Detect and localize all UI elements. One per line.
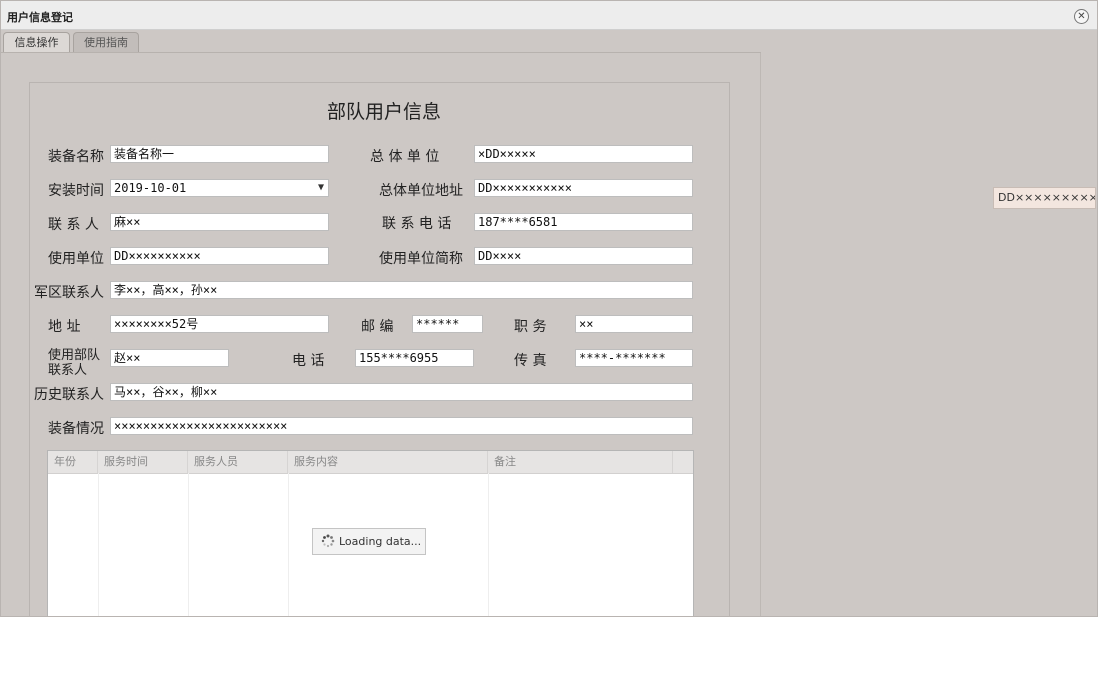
install-time-value: 2019-10-01 — [114, 181, 187, 195]
column-divider — [488, 473, 489, 616]
position-label: 职 务 — [514, 319, 547, 335]
equipment-status-field[interactable]: ×××××××××××××××××××××××× — [110, 417, 693, 435]
loading-indicator: Loading data... — [312, 528, 426, 555]
column-year[interactable]: 年份 — [48, 451, 98, 473]
close-icon[interactable]: ✕ — [1074, 9, 1089, 24]
tab-divider — [1, 52, 761, 53]
column-divider — [188, 473, 189, 616]
chevron-down-icon[interactable]: ▼ — [318, 180, 324, 196]
loading-text: Loading data... — [339, 535, 422, 548]
overall-unit-field[interactable]: ×DD××××× — [474, 145, 693, 163]
panel-border — [760, 53, 761, 616]
form-title: 部队用户信息 — [326, 101, 441, 123]
equipment-status-label: 装备情况 — [48, 421, 104, 437]
tab-info-operation[interactable]: 信息操作 — [3, 32, 70, 52]
position-field[interactable]: ×× — [575, 315, 693, 333]
install-time-dropdown[interactable]: 2019-10-01 ▼ — [110, 179, 329, 197]
overall-unit-address-label: 总体单位地址 — [379, 183, 463, 199]
address-label: 地 址 — [48, 319, 81, 335]
unit-contact-field[interactable]: 赵×× — [110, 349, 229, 367]
phone-label: 电 话 — [292, 353, 325, 369]
contact-label: 联 系 人 — [48, 217, 99, 233]
title-bar: 用户信息登记 ✕ — [1, 1, 1097, 30]
overall-unit-label: 总 体 单 位 — [370, 149, 440, 165]
tooltip: DD×××××××××× — [993, 187, 1096, 209]
equipment-name-field[interactable]: 装备名称一 — [110, 145, 329, 163]
contact-phone-label: 联 系 电 话 — [382, 216, 452, 232]
column-divider — [98, 473, 99, 616]
phone-field[interactable]: 155****6955 — [355, 349, 474, 367]
equipment-name-label: 装备名称 — [48, 149, 104, 165]
postcode-field[interactable]: ****** — [412, 315, 483, 333]
tab-bar: 信息操作 使用指南 — [1, 31, 761, 53]
using-unit-short-field[interactable]: DD×××× — [474, 247, 693, 265]
using-unit-label: 使用单位 — [48, 251, 104, 267]
military-contacts-label: 军区联系人 — [34, 285, 104, 301]
postcode-label: 邮 编 — [361, 319, 394, 335]
column-service-time[interactable]: 服务时间 — [98, 451, 188, 473]
column-remarks[interactable]: 备注 — [488, 451, 673, 473]
military-contacts-field[interactable]: 李××，高××，孙×× — [110, 281, 693, 299]
fax-label: 传 真 — [514, 353, 547, 369]
install-time-label: 安装时间 — [48, 183, 104, 199]
using-unit-field[interactable]: DD×××××××××× — [110, 247, 329, 265]
using-unit-short-label: 使用单位简称 — [379, 251, 463, 267]
user-info-window: 用户信息登记 ✕ 信息操作 使用指南 部队用户信息 装备名称 装备名称一 总 体… — [0, 0, 1098, 617]
tab-user-guide[interactable]: 使用指南 — [73, 32, 139, 52]
history-contacts-field[interactable]: 马××，谷××，柳×× — [110, 383, 693, 401]
address-field[interactable]: ××××××××52号 — [110, 315, 329, 333]
column-service-content[interactable]: 服务内容 — [288, 451, 488, 473]
spinner-icon — [321, 534, 335, 548]
fax-field[interactable]: ****-******* — [575, 349, 693, 367]
unit-contact-label: 使用部队联系人 — [48, 348, 101, 378]
window-title: 用户信息登记 — [7, 11, 73, 24]
column-divider — [288, 473, 289, 616]
history-contacts-label: 历史联系人 — [34, 387, 104, 403]
contact-phone-field[interactable]: 187****6581 — [474, 213, 693, 231]
column-service-staff[interactable]: 服务人员 — [188, 451, 288, 473]
contact-field[interactable]: 麻×× — [110, 213, 329, 231]
overall-unit-address-field[interactable]: DD××××××××××× — [474, 179, 693, 197]
grid-header: 年份 服务时间 服务人员 服务内容 备注 — [48, 451, 693, 474]
